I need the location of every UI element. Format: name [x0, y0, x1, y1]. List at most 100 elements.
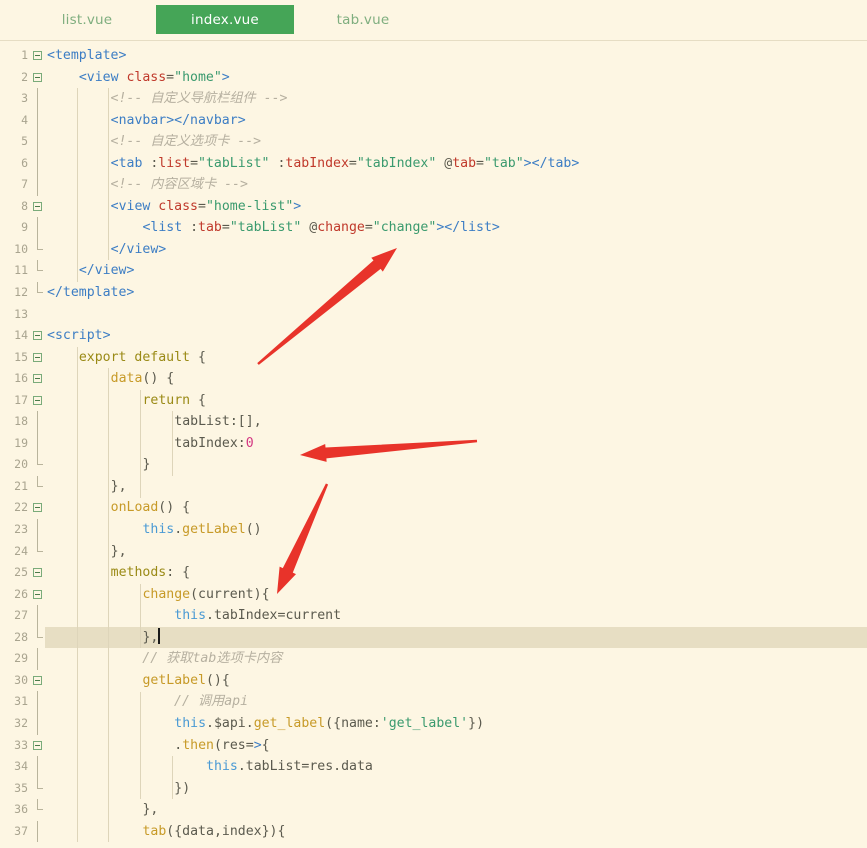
code-area[interactable]: 1 <template> 2 <view class="home"> 3 <!-- 自…	[0, 41, 867, 843]
code-text: export default {	[78, 349, 206, 365]
code-line[interactable]: 31 // 调用api	[0, 691, 867, 713]
code-line[interactable]: 19 tabIndex:0	[0, 432, 867, 455]
code-text: return {	[142, 392, 206, 408]
line-number: 23	[14, 522, 28, 537]
code-text: </view>	[78, 263, 135, 279]
line-number: 37	[14, 823, 28, 838]
code-text: <!-- 内容区域卡 -->	[110, 177, 248, 193]
code-line[interactable]: 7 <!-- 内容区域卡 -->	[0, 174, 867, 196]
line-number: 29	[14, 651, 28, 666]
line-number: 27	[14, 608, 28, 623]
code-line[interactable]: 18 tabList:[],	[0, 411, 867, 433]
code-text: data() {	[110, 371, 175, 387]
code-line[interactable]: 33 .then(res=>{	[0, 735, 867, 757]
line-number: 15	[14, 349, 28, 364]
line-number: 21	[14, 478, 28, 493]
code-text: <list :tab="tabList" @change="change"></…	[142, 220, 500, 236]
line-number: 34	[14, 759, 28, 774]
code-line[interactable]: 8 <view class="home-list">	[0, 196, 867, 218]
code-text: <script>	[47, 328, 111, 344]
line-number: 26	[14, 586, 28, 601]
code-text: // 获取tab选项卡内容	[142, 651, 283, 667]
tab-list-vue-label: list.vue	[61, 12, 113, 28]
code-line[interactable]: 22 onLoad() {	[0, 497, 867, 519]
code-text: },	[142, 802, 159, 818]
line-number: 24	[14, 543, 28, 558]
line-number: 1	[21, 48, 28, 62]
code-line[interactable]: 9 <list :tab="tabList" @change="change">…	[0, 217, 867, 239]
line-number: 6	[21, 155, 28, 170]
line-number: 16	[14, 371, 28, 386]
code-text: tab({data,index}){	[142, 823, 286, 839]
code-line[interactable]: 34 this.tabList=res.data	[0, 756, 867, 778]
code-text: onLoad() {	[110, 500, 191, 516]
tab-list-vue[interactable]: list.vue	[18, 0, 156, 40]
line-number: 30	[14, 672, 28, 687]
code-line[interactable]: 16 data() {	[0, 368, 867, 390]
code-text: <!-- 自定义导航栏组件 -->	[110, 91, 288, 107]
code-line[interactable]: 14 <script>	[0, 325, 867, 347]
line-number: 7	[21, 177, 28, 192]
code-text: <view class="home-list">	[110, 198, 302, 214]
line-number: 4	[21, 112, 28, 127]
code-text: // 调用api	[174, 694, 249, 710]
code-line[interactable]: 25 methods: {	[0, 562, 867, 584]
line-number: 36	[14, 802, 28, 817]
code-text: }	[142, 457, 151, 473]
tab-tab-vue[interactable]: tab.vue	[294, 0, 432, 40]
tab-index-vue[interactable]: index.vue	[156, 5, 294, 34]
code-text: })	[174, 780, 191, 796]
line-number: 11	[14, 263, 28, 278]
line-number: 31	[14, 694, 28, 709]
code-line[interactable]: 27 this.tabIndex=current	[0, 605, 867, 627]
code-line[interactable]: 30 getLabel(){	[0, 670, 867, 692]
code-line[interactable]: 20 }	[0, 454, 867, 476]
code-line[interactable]: 26 change(current){	[0, 584, 867, 606]
line-number: 19	[14, 435, 28, 450]
line-number: 9	[21, 220, 28, 235]
line-number: 32	[14, 715, 28, 730]
code-line[interactable]: 4 <navbar></navbar>	[0, 109, 867, 132]
line-number: 22	[14, 500, 28, 515]
code-line[interactable]: 13	[0, 304, 867, 326]
code-line[interactable]: 3 <!-- 自定义导航栏组件 -->	[0, 88, 867, 110]
code-line[interactable]: 2 <view class="home">	[0, 67, 867, 89]
code-line[interactable]: 36 },	[0, 799, 867, 821]
code-line[interactable]: 6 <tab :list="tabList" :tabIndex="tabInd…	[0, 152, 867, 175]
code-line[interactable]: 28 },	[0, 626, 867, 649]
tab-index-vue-label: index.vue	[191, 11, 259, 28]
code-line[interactable]: 21 },	[0, 475, 867, 498]
code-line[interactable]: 11 </view>	[0, 260, 867, 282]
editor-body[interactable]: 1 <template> 2 <view class="home"> 3 <!-- 自…	[0, 41, 867, 848]
code-line[interactable]: 10 </view>	[0, 238, 867, 261]
code-text: },	[110, 543, 127, 559]
code-text: tabIndex:0	[174, 435, 254, 451]
code-line[interactable]: 37 tab({data,index}){	[0, 820, 867, 843]
code-line[interactable]: 1 <template>	[0, 45, 867, 67]
code-text: },	[110, 478, 127, 494]
code-line[interactable]: 15 export default {	[0, 347, 867, 369]
code-text: methods: {	[110, 565, 191, 581]
line-number: 35	[14, 780, 28, 795]
line-number: 3	[21, 91, 28, 106]
code-line[interactable]: 24 },	[0, 540, 867, 563]
code-line[interactable]: 35 })	[0, 777, 867, 800]
code-line[interactable]: 12 </template>	[0, 282, 867, 304]
code-line[interactable]: 23 this.getLabel()	[0, 519, 867, 541]
code-text: <!-- 自定义选项卡 -->	[110, 134, 262, 150]
text-cursor	[158, 627, 161, 644]
code-text: change(current){	[142, 586, 270, 602]
code-line[interactable]: 17 return {	[0, 390, 867, 412]
code-line[interactable]: 5 <!-- 自定义选项卡 -->	[0, 131, 867, 153]
line-number: 8	[21, 198, 28, 213]
editor-tab-bar: list.vue index.vue tab.vue	[0, 0, 867, 41]
code-text: this.$api.get_label({name:'get_label'})	[174, 715, 485, 731]
current-line-highlight	[45, 626, 867, 649]
line-number: 33	[14, 737, 28, 752]
code-text: <tab :list="tabList" :tabIndex="tabIndex…	[110, 155, 580, 171]
code-text: this.getLabel()	[142, 522, 262, 538]
code-line[interactable]: 32 this.$api.get_label({name:'get_label'…	[0, 712, 867, 735]
code-line[interactable]: 29 // 获取tab选项卡内容	[0, 648, 867, 670]
code-editor-window: list.vue index.vue tab.vue 1 <template> 2 …	[0, 0, 867, 848]
line-number: 28	[14, 629, 28, 644]
